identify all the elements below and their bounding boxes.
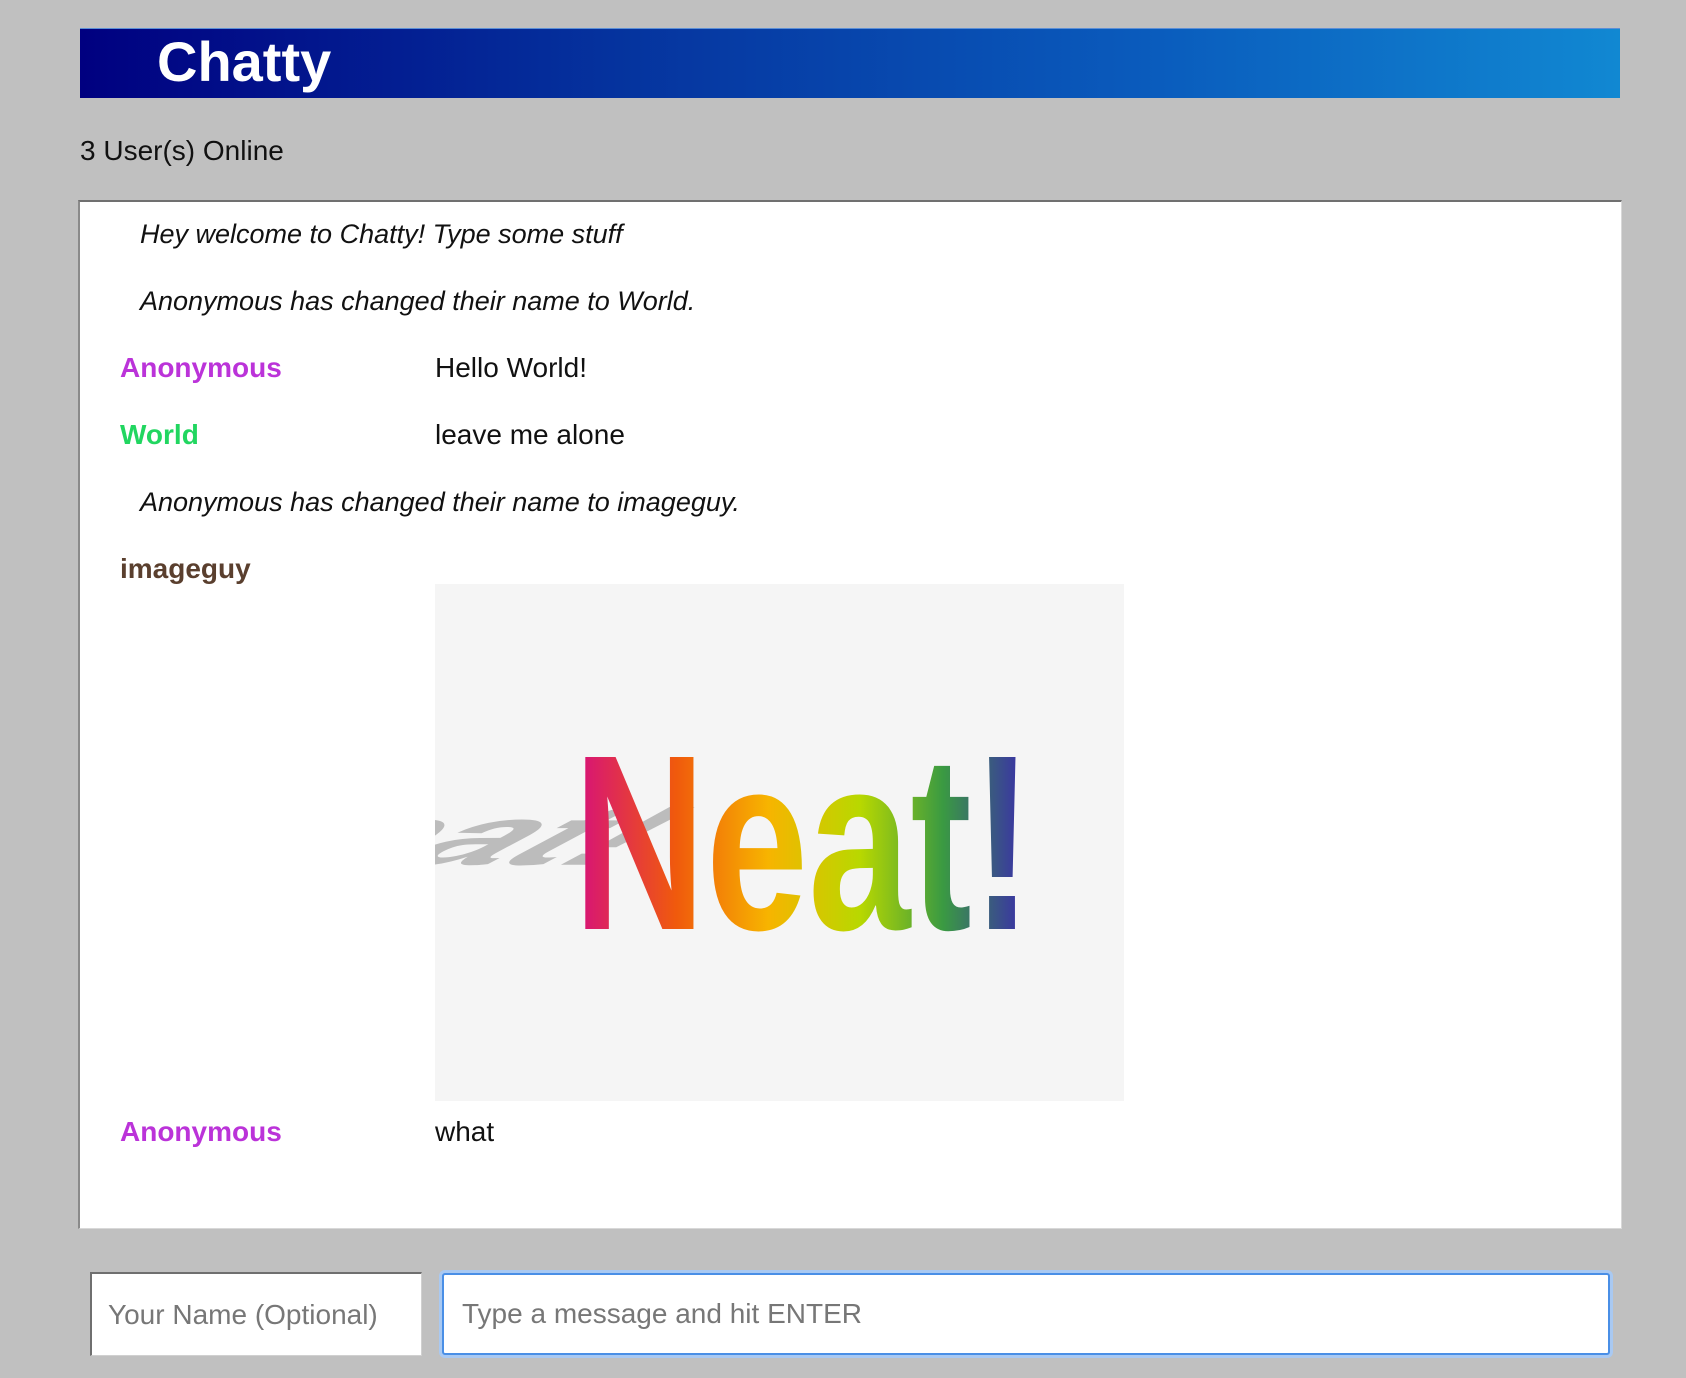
- message-username: imageguy: [120, 553, 251, 584]
- app-title: Chatty: [157, 30, 332, 93]
- app-header: Chatty: [80, 28, 1620, 98]
- chat-log[interactable]: Hey welcome to Chatty! Type some stuff A…: [78, 200, 1622, 1229]
- message-username: Anonymous: [120, 352, 282, 383]
- message-username: Anonymous: [120, 1116, 282, 1147]
- system-message: Anonymous has changed their name to imag…: [140, 487, 740, 517]
- name-input[interactable]: [90, 1272, 422, 1356]
- users-online-count: 3 User(s) Online: [80, 135, 284, 166]
- system-message: Anonymous has changed their name to Worl…: [140, 286, 696, 316]
- message-text: leave me alone: [435, 419, 625, 450]
- message-text: what: [435, 1116, 495, 1147]
- system-message: Hey welcome to Chatty! Type some stuff: [140, 219, 623, 249]
- message-username: World: [120, 419, 199, 450]
- message-text: Hello World!: [435, 352, 587, 383]
- image-caption: Neat!: [573, 703, 1033, 982]
- message-input[interactable]: [442, 1273, 1610, 1355]
- message-image: Neat! Neat!: [435, 584, 1124, 1101]
